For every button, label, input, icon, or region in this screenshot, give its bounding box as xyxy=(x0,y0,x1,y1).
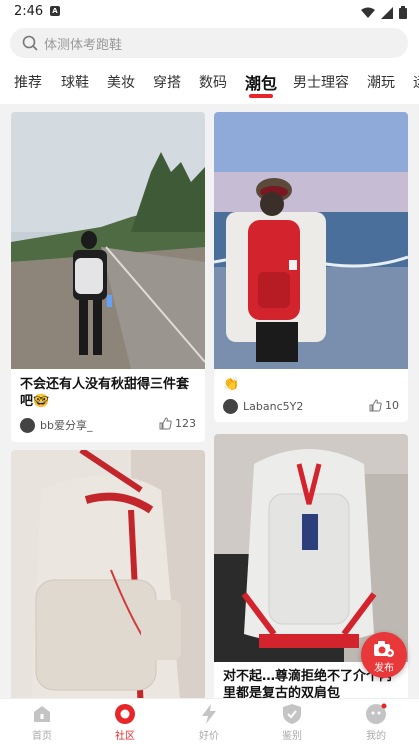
nav-profile[interactable]: 我的 xyxy=(346,703,406,742)
battery-icon xyxy=(399,6,407,19)
signal-icon xyxy=(381,6,393,19)
publish-button[interactable]: 发布 xyxy=(361,632,407,678)
nav-label: 社区 xyxy=(115,731,135,742)
tab-mens-grooming[interactable]: 男士理容 xyxy=(293,72,349,92)
notification-badge: A xyxy=(50,6,60,16)
like-count: 123 xyxy=(175,417,196,430)
like-button[interactable]: 10 xyxy=(369,399,399,412)
shield-check-icon xyxy=(283,704,301,724)
nav-label: 好价 xyxy=(199,731,219,742)
tab-sneakers[interactable]: 球鞋 xyxy=(61,72,89,92)
nav-community[interactable]: 社区 xyxy=(95,703,155,742)
feed: 不会还有人没有秋甜得三件套吧🤓 bb爱分享_ 123 👏 Labanc5Y2 1… xyxy=(0,104,419,698)
camera-plus-icon xyxy=(374,641,394,657)
author-name: Labanc5Y2 xyxy=(243,400,304,413)
bottom-nav: 首页 社区 好价 鉴别 我的 xyxy=(0,698,419,744)
publish-label: 发布 xyxy=(374,663,394,674)
tab-outfits[interactable]: 穿搭 xyxy=(153,72,181,92)
post-title: 👏 xyxy=(223,377,240,392)
nav-authenticate[interactable]: 鉴别 xyxy=(262,703,322,742)
search-header: 体测体考跑鞋 xyxy=(0,24,419,64)
nav-deals[interactable]: 好价 xyxy=(179,703,239,742)
tab-trendy-bags[interactable]: 潮包 xyxy=(245,70,277,94)
post-image xyxy=(214,434,408,662)
post-image xyxy=(11,112,205,369)
search-icon xyxy=(22,35,38,51)
wifi-icon xyxy=(361,7,375,18)
avatar xyxy=(20,417,35,433)
nav-label: 我的 xyxy=(366,731,386,742)
post-title: 不会还有人没有秋甜得三件套吧🤓 xyxy=(20,377,190,409)
avatar xyxy=(223,399,238,414)
thumbs-up-icon xyxy=(369,399,382,412)
like-count: 10 xyxy=(385,399,399,412)
tab-trendy-toys[interactable]: 潮玩 xyxy=(367,72,395,92)
status-bar: 2:46 A xyxy=(0,0,419,24)
nav-label: 鉴别 xyxy=(282,731,302,742)
status-icons xyxy=(361,6,407,19)
thumbs-up-icon xyxy=(159,417,172,430)
tab-digital[interactable]: 数码 xyxy=(199,72,227,92)
post-image xyxy=(11,450,205,698)
post-author[interactable]: bb爱分享_ xyxy=(20,417,92,433)
feed-card[interactable] xyxy=(11,450,205,698)
post-image xyxy=(214,112,408,369)
home-icon xyxy=(34,706,50,722)
search-bar[interactable]: 体测体考跑鞋 xyxy=(10,28,408,58)
feed-card[interactable]: 👏 Labanc5Y2 10 xyxy=(214,112,408,422)
search-placeholder: 体测体考跑鞋 xyxy=(44,37,123,53)
active-tab-indicator xyxy=(249,94,273,98)
profile-icon xyxy=(366,703,387,724)
status-time: 2:46 xyxy=(14,4,44,19)
post-author[interactable]: Labanc5Y2 xyxy=(223,399,303,414)
author-name: bb爱分享_ xyxy=(40,419,93,432)
tab-makeup[interactable]: 美妆 xyxy=(107,72,135,92)
nav-label: 首页 xyxy=(32,731,52,742)
nav-home[interactable]: 首页 xyxy=(12,703,72,742)
like-button[interactable]: 123 xyxy=(159,417,196,430)
lightning-icon xyxy=(202,704,216,724)
feed-card[interactable]: 不会还有人没有秋甜得三件套吧🤓 bb爱分享_ 123 xyxy=(11,112,205,442)
community-icon xyxy=(115,704,135,724)
tab-recommend[interactable]: 推荐 xyxy=(14,72,42,92)
tab-sports[interactable]: 运 xyxy=(413,72,419,92)
category-tabs: 推荐 球鞋 美妆 穿搭 数码 潮包 男士理容 潮玩 运 xyxy=(0,64,419,104)
